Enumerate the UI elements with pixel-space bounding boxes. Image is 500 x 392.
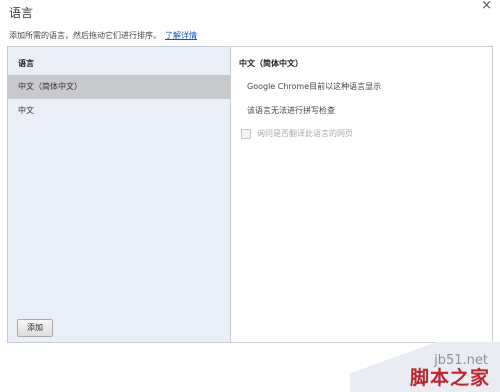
language-list-column: 语言 中文（简体中文） 中文 添加 — [8, 47, 231, 342]
language-item-zh-cn[interactable]: 中文（简体中文） — [8, 75, 230, 99]
spellcheck-info: 该语言无法进行拼写检查 — [247, 106, 335, 115]
learn-more-link[interactable]: 了解详情 — [165, 31, 197, 40]
close-icon[interactable]: × — [481, 0, 492, 12]
display-language-info: Google Chrome目前以这种语言显示 — [247, 82, 382, 91]
translate-checkbox-label: 询问是否翻译此语言的网页 — [257, 129, 353, 138]
language-detail-column: 中文（简体中文） Google Chrome目前以这种语言显示 该语言无法进行拼… — [231, 47, 492, 342]
translate-checkbox[interactable] — [241, 128, 251, 139]
language-panel: 语言 中文（简体中文） 中文 添加 中文（简体中文） Google Chrome… — [7, 46, 493, 343]
intro-label: 添加所需的语言，然后拖动它们进行排序。 — [9, 31, 161, 40]
add-language-button[interactable]: 添加 — [17, 319, 53, 337]
language-list-header: 语言 — [18, 59, 34, 68]
dialog-title: 语言 — [9, 6, 34, 20]
intro-text: 添加所需的语言，然后拖动它们进行排序。 了解详情 — [9, 30, 197, 41]
translate-option[interactable]: 询问是否翻译此语言的网页 — [241, 128, 353, 139]
watermark-brand: 脚本之家 — [409, 367, 490, 389]
language-item-zh[interactable]: 中文 — [8, 99, 230, 123]
detail-title: 中文（简体中文） — [239, 59, 303, 68]
language-list: 中文（简体中文） 中文 — [8, 75, 230, 123]
